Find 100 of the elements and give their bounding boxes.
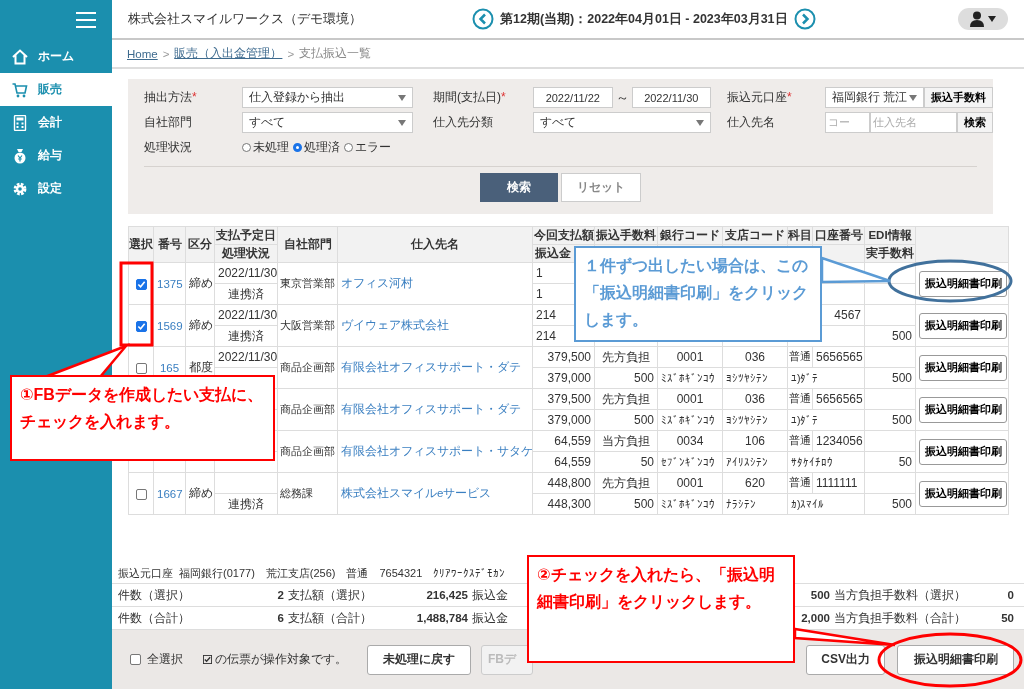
settings-icon (12, 180, 28, 197)
account-label: 振込元口座 (118, 565, 173, 581)
filter-label: 処理状況 (144, 139, 193, 156)
table-cell: ﾕ)ﾀﾞﾃ (791, 372, 819, 384)
sidebar-item[interactable]: 設定 (0, 172, 112, 205)
record-number-link[interactable]: 165 (159, 361, 180, 374)
print-statement-button[interactable]: 振込明細書印刷 (919, 396, 1007, 423)
column-header: 番号 (153, 226, 186, 263)
table-cell: 500 (633, 497, 654, 511)
table-cell: ﾐｽﾞﾎｷﾞﾝｺｳ (661, 372, 715, 384)
sidebar-item[interactable]: 給与 (0, 139, 112, 172)
column-header: 支店コード (722, 226, 788, 245)
table-cell: 締め (189, 276, 213, 290)
user-menu-button[interactable] (958, 8, 1008, 30)
breadcrumb-link[interactable]: Home (127, 47, 158, 60)
previous-icon[interactable] (472, 8, 494, 30)
filter-label: 自社部門 (144, 114, 193, 131)
breadcrumb-current: 支払振込一覧 (299, 46, 372, 61)
column-header: EDI情報 (864, 226, 916, 245)
sidebar-item[interactable]: 会計 (0, 106, 112, 139)
table-cell: 当方負担 (602, 433, 650, 448)
radio-button[interactable]: 処理済 (293, 139, 340, 156)
column-header: 銀行コード (657, 226, 723, 245)
table-cell: 50 (640, 455, 654, 469)
table-cell: 379,000 (547, 371, 591, 385)
table-cell: ﾅﾗｼﾃﾝ (726, 498, 756, 510)
sidebar-item[interactable]: 販売 (0, 73, 112, 106)
column-header: 科目 (787, 226, 813, 245)
print-statement-button[interactable]: 振込明細書印刷 (919, 270, 1007, 297)
table-cell: 500 (891, 497, 912, 511)
dropdown[interactable]: 仕入登録から抽出 (242, 87, 413, 108)
row-checkbox[interactable] (135, 278, 147, 290)
column-header: 自社部門 (277, 226, 338, 263)
table-cell: 036 (745, 350, 765, 364)
date-field[interactable]: 2022/11/30 (631, 87, 711, 108)
row-checkbox[interactable] (135, 320, 147, 332)
dropdown[interactable]: すべて (242, 112, 413, 133)
table-cell: ﾐｽﾞﾎｷﾞﾝｺｳ (661, 498, 715, 510)
table-cell: ｱｲﾘｽｼﾃﾝ (726, 456, 768, 468)
action-button[interactable]: 振込明細書印刷 (897, 644, 1014, 675)
caret-icon (696, 119, 704, 126)
select-all-checkbox[interactable]: 全選択 (130, 651, 183, 668)
column-header: 振込手数料 (594, 226, 658, 245)
range-separator: ～ (614, 88, 630, 107)
breadcrumb-link[interactable]: 販売（入出金管理） (174, 46, 283, 61)
table-cell: 先方負担 (602, 349, 650, 364)
table-cell: 448,800 (547, 476, 591, 490)
table-cell: 500 (891, 329, 912, 343)
money-bag-icon (12, 147, 28, 164)
table-cell: 0034 (676, 434, 704, 448)
dropdown[interactable]: すべて (533, 112, 711, 133)
next-icon[interactable] (793, 8, 816, 30)
table-cell: 普通 (789, 392, 811, 404)
row-checkbox[interactable] (135, 362, 147, 374)
table-cell: 0001 (676, 350, 704, 364)
summary-value: 50 (1000, 612, 1015, 624)
table-cell: 5656565 (816, 350, 863, 364)
table-cell: 5656565 (816, 392, 863, 406)
search-button[interactable]: 検索 (480, 173, 558, 202)
menu-icon[interactable] (76, 12, 96, 28)
action-button[interactable]: 未処理に戻す (367, 644, 471, 675)
calculator-icon (12, 114, 28, 131)
table-cell: 連携済 (228, 328, 264, 343)
table-cell: ﾖｼﾂﾔｼﾃﾝ (726, 414, 768, 426)
print-statement-button[interactable]: 振込明細書印刷 (919, 354, 1007, 381)
radio-button[interactable]: エラー (344, 139, 391, 156)
print-statement-button[interactable]: 振込明細書印刷 (919, 480, 1007, 507)
sidebar-item[interactable]: ホーム (0, 40, 112, 73)
caret-icon (398, 119, 406, 126)
table-cell: 50 (898, 455, 912, 469)
caret-icon (398, 94, 406, 101)
table-cell: ﾖｼﾂﾔｼﾃﾝ (726, 372, 768, 384)
column-header: 区分 (185, 226, 215, 263)
table-cell: 締め (189, 486, 213, 500)
caret-icon (909, 94, 917, 101)
summary-label: 支払額（合計） (288, 610, 373, 626)
table-cell: 総務課 (280, 487, 313, 499)
summary-value: 0 (1006, 589, 1015, 601)
print-statement-button[interactable]: 振込明細書印刷 (919, 312, 1007, 339)
summary-label: 当方負担手数料（合計） (834, 610, 967, 626)
print-statement-button[interactable]: 振込明細書印刷 (919, 438, 1007, 465)
date-field[interactable]: 2022/11/22 (533, 87, 613, 108)
filter-button[interactable]: 検索 (957, 112, 993, 133)
company-title: 株式会社スマイルワークス（デモ環境） (128, 10, 362, 28)
table-cell: 036 (745, 392, 765, 406)
table-cell: 締め (189, 318, 213, 332)
row-checkbox[interactable] (135, 488, 147, 500)
summary-value: 2,000 (800, 612, 831, 624)
vendor-link[interactable]: オフィス河村 (341, 277, 413, 289)
table-cell: 先方負担 (602, 475, 650, 490)
table-cell: 620 (745, 476, 765, 490)
dropdown[interactable]: 福岡銀行 荒江 (825, 87, 924, 108)
table-cell: 214 (536, 329, 557, 343)
vendor-link[interactable]: ヴイウェア株式会社 (341, 319, 449, 331)
action-button[interactable]: CSV出力 (806, 644, 885, 675)
table-cell: ｾﾌﾞﾝｷﾞﾝｺｳ (661, 456, 715, 468)
table-cell: 0001 (676, 392, 704, 406)
reset-button[interactable]: リセット (561, 173, 641, 202)
radio-button[interactable]: 未処理 (242, 139, 289, 156)
filter-button[interactable]: 振込手数料 (924, 87, 993, 108)
